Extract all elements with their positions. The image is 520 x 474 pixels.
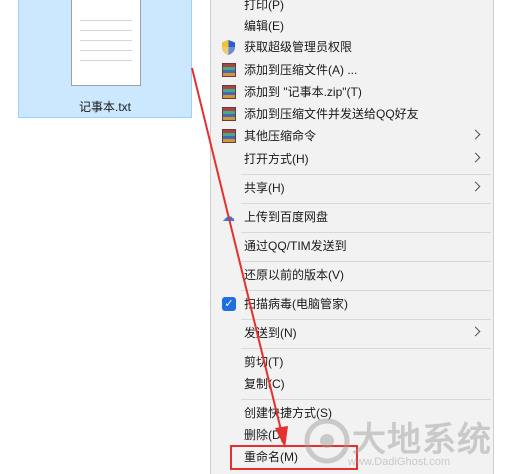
watermark-logo: 大地系统 www.DadiGhost.com	[300, 412, 510, 474]
watermark-title: 大地系统	[352, 421, 492, 459]
watermark-url: www.DadiGhost.com	[348, 456, 451, 468]
annotation-arrow	[191, 67, 288, 448]
dadi-logo-icon	[304, 418, 350, 464]
